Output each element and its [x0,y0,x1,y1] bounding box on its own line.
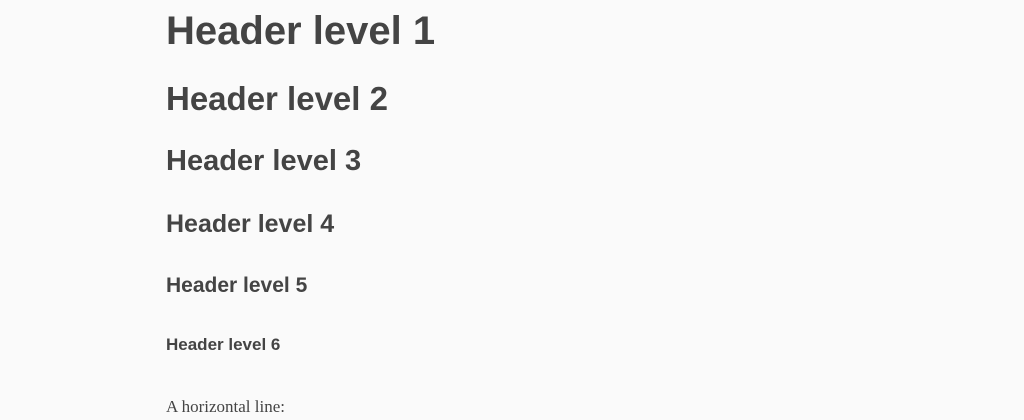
horizontal-line-paragraph: A horizontal line: [166,397,285,416]
header-level-5: Header level 5 [166,274,308,297]
header-level-4: Header level 4 [166,210,335,238]
header-level-6: Header level 6 [166,335,281,354]
header-level-2: Header level 2 [166,80,388,117]
header-level-3: Header level 3 [166,145,362,177]
header-level-1: Header level 1 [166,9,436,53]
